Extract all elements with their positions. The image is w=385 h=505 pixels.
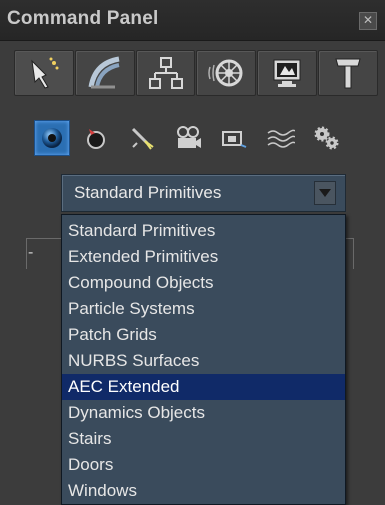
dropdown-option-nurbs-surfaces[interactable]: NURBS Surfaces <box>62 348 345 374</box>
dropdown-option-extended-primitives[interactable]: Extended Primitives <box>62 244 345 270</box>
category-space-warps[interactable] <box>260 119 300 157</box>
dropdown-option-dynamics-objects[interactable]: Dynamics Objects <box>62 400 345 426</box>
dropdown-option-standard-primitives[interactable]: Standard Primitives <box>62 218 345 244</box>
motion-wheel-icon <box>208 59 243 87</box>
sphere-icon <box>42 128 62 148</box>
camera-icon <box>177 126 201 148</box>
close-button[interactable]: ✕ <box>359 12 377 30</box>
category-shapes[interactable] <box>76 119 116 157</box>
gears-icon <box>314 126 339 150</box>
hierarchy-icon <box>148 57 183 89</box>
tab-utilities[interactable] <box>318 50 378 96</box>
wave-icon <box>267 129 295 148</box>
rollout-collapse-toggle[interactable]: - <box>28 244 33 262</box>
category-geometry[interactable] <box>34 120 70 156</box>
modify-rainbow-icon <box>88 56 120 89</box>
dropdown-selected-value: Standard Primitives <box>74 183 222 202</box>
dropdown-option-windows[interactable]: Windows <box>62 478 345 504</box>
display-monitor-icon <box>273 59 301 87</box>
tab-motion[interactable] <box>196 50 257 96</box>
close-icon: ✕ <box>362 13 374 27</box>
dropdown-option-aec-extended[interactable]: AEC Extended <box>62 374 345 400</box>
window-title: Command Panel <box>7 8 159 29</box>
hammer-icon <box>335 58 361 89</box>
category-lights[interactable] <box>122 119 162 157</box>
tab-display[interactable] <box>257 50 318 96</box>
create-arrow-icon <box>31 57 59 89</box>
title-bar: Command Panel ✕ <box>0 0 385 41</box>
tab-modify[interactable] <box>74 50 135 96</box>
tab-hierarchy[interactable] <box>135 50 196 96</box>
dropdown-option-patch-grids[interactable]: Patch Grids <box>62 322 345 348</box>
dropdown-option-particle-systems[interactable]: Particle Systems <box>62 296 345 322</box>
light-icon <box>131 127 154 150</box>
category-helpers[interactable] <box>214 119 254 157</box>
chevron-down-icon <box>319 189 331 197</box>
tab-create[interactable] <box>14 50 74 96</box>
category-systems[interactable] <box>306 119 346 157</box>
shapes-icon <box>87 129 105 149</box>
dropdown-option-compound-objects[interactable]: Compound Objects <box>62 270 345 296</box>
dropdown-arrow-button[interactable] <box>314 181 336 205</box>
dropdown-list: Standard Primitives Extended Primitives … <box>61 214 346 505</box>
category-row <box>34 118 374 158</box>
object-type-dropdown[interactable]: Standard Primitives <box>61 174 346 212</box>
category-cameras[interactable] <box>168 119 208 157</box>
main-tab-row <box>14 50 378 96</box>
dropdown-option-doors[interactable]: Doors <box>62 452 345 478</box>
helper-icon <box>222 131 247 148</box>
dropdown-option-stairs[interactable]: Stairs <box>62 426 345 452</box>
